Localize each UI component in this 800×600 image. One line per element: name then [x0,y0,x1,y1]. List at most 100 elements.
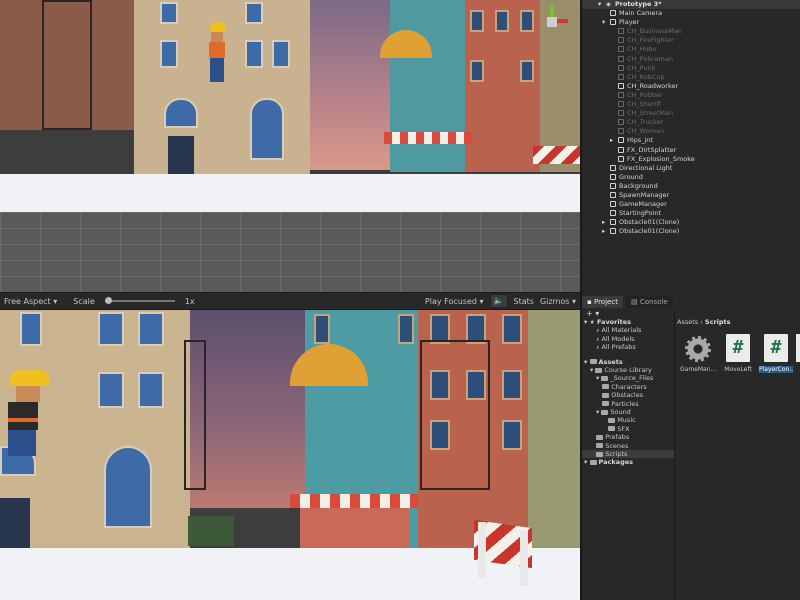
project-tree-item-label: Assets [598,357,623,366]
gameobject-cube-icon [610,10,616,16]
hierarchy-item[interactable]: ▸ Obstacle01(Clone) [582,218,800,227]
expand-arrow-icon[interactable]: ▾ [602,18,605,27]
asset-moveleft[interactable]: # MoveLeft [720,334,756,378]
hierarchy-item-label: CH_Sheriff [627,100,661,108]
gameobject-cube-icon [618,101,624,107]
gameobject-cube-icon [618,46,624,53]
game-window [138,372,164,408]
project-tree-item[interactable]: Obstacles [582,391,674,399]
game-window [398,314,414,344]
folder-icon [602,384,610,390]
project-tree-item[interactable]: ⌕ All Models [582,335,674,343]
project-tree-item[interactable]: ⌕ All Materials [582,326,674,334]
project-tree-item[interactable]: ⌕ All Prefabs [582,343,674,351]
scene-view[interactable] [0,0,580,292]
hierarchy-item-label: GameManager [619,200,667,209]
gear-icon [685,336,711,362]
hierarchy-item[interactable]: Background [582,182,800,191]
expand-arrow-icon[interactable]: ▾ [584,358,590,366]
scale-label: Scale [73,296,95,306]
project-tree-item[interactable]: Scenes [582,442,674,450]
gameobject-cube-icon [610,173,616,180]
hierarchy-item[interactable]: CH_Trucker [582,118,800,127]
hierarchy-item[interactable]: Directional Light [582,164,800,173]
scene-orientation-gizmo[interactable] [538,6,568,36]
hierarchy-item-label: SpawnManager [619,191,670,199]
gizmos-dropdown[interactable]: Gizmos ▾ [540,297,576,306]
project-tree-item[interactable]: ▾ _Source_Files [582,374,674,382]
hierarchy-item[interactable]: CH_Roadworker [582,82,800,91]
hierarchy-item-label: Player [619,18,640,27]
project-tree-item-label: Obstacles [611,391,644,400]
hierarchy-item[interactable]: Main Camera [582,9,800,18]
game-arch-window [104,446,152,528]
expand-arrow-icon[interactable]: ▸ [602,227,605,236]
project-tree-item[interactable]: ▾ Packages [582,458,674,466]
project-tree-item[interactable]: Music [582,416,674,424]
hierarchy-item[interactable]: CH_Woman [582,127,800,136]
expand-arrow-icon[interactable]: ▸ [610,136,613,145]
asset-playercontroller[interactable]: # PlayerCon... [758,334,794,378]
scene-arch-window [250,98,284,160]
hierarchy-item[interactable]: CH_Robber [582,91,800,100]
hierarchy-item[interactable]: CH_Sheriff [582,100,800,109]
aspect-dropdown[interactable]: Free Aspect ▾ [4,297,57,306]
scale-slider[interactable] [104,297,175,304]
breadcrumb-scripts[interactable]: Scripts [705,318,731,326]
hierarchy-item-label: CH_FireFighter [627,36,674,45]
hierarchy-item[interactable]: CH_FireFighter [582,36,800,45]
project-tree-item[interactable]: Characters [582,383,674,391]
gameobject-cube-icon [618,91,624,98]
project-tree-item-label: Sound [610,408,631,416]
hierarchy-item[interactable]: ▸ Obstacle01(Clone) [582,227,800,236]
project-tree-item[interactable]: Scripts [582,450,674,458]
hierarchy-item-label: Background [619,181,658,190]
breadcrumb-assets[interactable]: Assets [677,318,698,326]
hierarchy-item[interactable]: FX_Explosion_Smoke [582,155,800,164]
breadcrumb: Assets › Scripts [677,318,731,326]
hierarchy-item[interactable]: FX_DirtSplatter [582,146,800,155]
play-mode-dropdown[interactable]: Play Focused ▾ [425,297,484,306]
project-tree-item[interactable]: ▾ Course Library [582,366,674,374]
project-tree-item[interactable]: ▾ Assets [582,358,674,366]
expand-arrow-icon[interactable]: ▸ [602,218,605,227]
scene-window [160,2,178,24]
hierarchy-item[interactable]: ▸ Hips_jnt [582,136,800,145]
tab-project[interactable]: ▪ Project [582,296,623,308]
hierarchy-item[interactable]: CH_Policeman [582,55,800,64]
hierarchy-item[interactable]: CH_BusinessMan [582,27,800,36]
hierarchy-item[interactable]: SpawnManager [582,191,800,200]
gameobject-cube-icon [618,28,624,35]
tab-console[interactable]: ▤ Console [626,296,673,308]
project-tree-item[interactable]: SFX [582,425,674,433]
asset-gamemanager[interactable]: GameMan... [680,334,716,378]
scene-window [520,60,534,82]
add-asset-button[interactable]: + ▾ [586,309,599,318]
project-tree-item[interactable]: ▾ ★ Favorites [582,318,674,326]
hierarchy-item[interactable]: StartingPoint [582,209,800,218]
expand-arrow-icon[interactable]: ▾ [584,458,590,466]
hierarchy-item-label: CH_Robber [627,90,663,99]
scene-fire-escape [42,0,92,130]
hierarchy-item[interactable]: GameManager [582,200,800,209]
game-view[interactable] [0,310,580,600]
project-tree-item[interactable]: ▾ Sound [582,408,674,416]
hierarchy-item[interactable]: Ground [582,173,800,182]
hierarchy-item[interactable]: CH_Punk [582,64,800,73]
scale-slider-knob[interactable] [104,297,112,304]
hierarchy-item[interactable]: CH_StreetMan [582,109,800,118]
hierarchy-root-scene[interactable]: ▾ ◈ Prototype 3* [582,0,800,9]
project-tree-item-label: Prefabs [605,433,630,442]
gameobject-cube-icon [618,128,624,135]
hierarchy-item[interactable]: CH_RobCop [582,73,800,82]
scene-building-teal [390,0,470,172]
expand-arrow-icon[interactable]: ▾ [598,0,601,9]
mute-audio-button[interactable]: 🔈 [489,294,508,308]
hierarchy-item[interactable]: ▾ Player [582,18,800,27]
project-tree-item[interactable]: Particles [582,400,674,408]
stats-button[interactable]: Stats [514,297,534,306]
hierarchy-item[interactable]: CH_Hobo [582,45,800,54]
project-tree-item[interactable]: Prefabs [582,433,674,441]
folder-icon: ▪ [587,298,592,306]
project-panel: ▪ Project ▤ Console + ▾ Assets › Scripts… [581,296,800,600]
